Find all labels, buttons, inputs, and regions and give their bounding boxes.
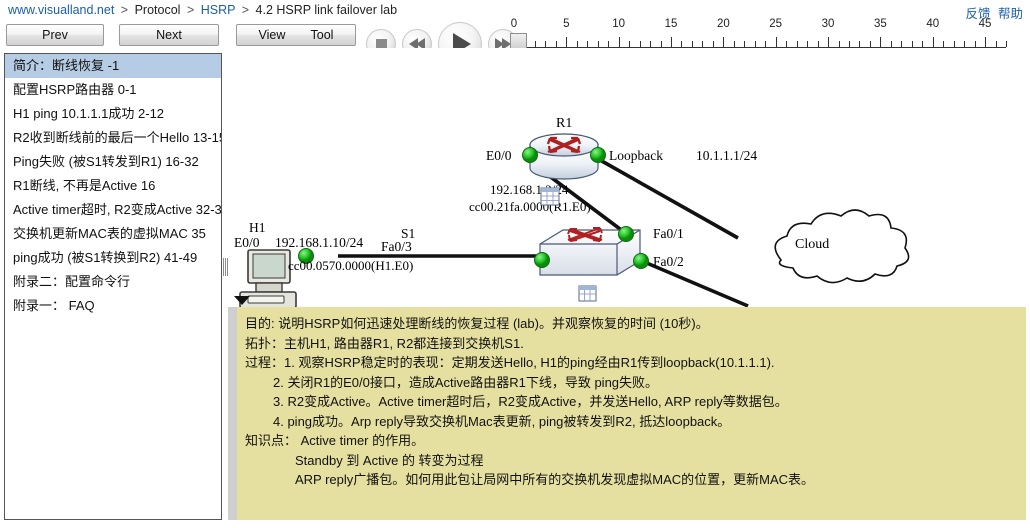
- description-line-3: 2. 关闭R1的E0/0接口，造成Active路由器R1下线，导致 ping失败…: [273, 374, 659, 390]
- r1-mac-label: cc00.21fa.0000(R1.E0): [469, 199, 591, 214]
- timeline-tick-47: [1006, 41, 1007, 47]
- description-line-7: Standby 到 Active 的 转变为过程: [295, 452, 484, 468]
- description-caret-icon: [234, 296, 250, 305]
- breadcrumb-site-link[interactable]: www.visualland.net: [8, 3, 114, 17]
- s1-port-fa01-label: Fa0/1: [653, 226, 684, 241]
- timeline-label-35: 35: [873, 18, 887, 30]
- sidebar-item-7[interactable]: 交换机更新MAC表的虚拟MAC 35: [5, 222, 221, 246]
- timeline-tick-30: [828, 37, 830, 47]
- tool-button[interactable]: Tool: [311, 28, 334, 42]
- timeline-tick-40: [932, 37, 934, 47]
- switch-s1-node[interactable]: [534, 226, 649, 276]
- sidebar-item-10[interactable]: 附录一： FAQ: [5, 294, 221, 318]
- timeline-label-10: 10: [612, 18, 626, 30]
- sidebar-item-0[interactable]: 简介：断线恢复 -1: [5, 54, 221, 78]
- sidebar-item-2[interactable]: H1 ping 10.1.1.1成功 2-12: [5, 102, 221, 126]
- s1-table-icon: [578, 285, 597, 302]
- s1-port-fa02-label: Fa0/2: [653, 254, 684, 269]
- timeline-label-0: 0: [510, 18, 518, 30]
- prev-button[interactable]: Prev: [6, 24, 104, 46]
- description-line-5: 4. ping成功。Arp reply导致交换机Mac表更新, ping被转发到…: [273, 413, 731, 429]
- timeline-ticks: [514, 37, 1007, 47]
- sidebar-item-8[interactable]: ping成功 (被S1转换到R2) 41-49: [5, 246, 221, 270]
- s1-port-fa0-2: [633, 253, 649, 269]
- chapter-sidebar: 简介：断线恢复 -1 配置HSRP路由器 0-1 H1 ping 10.1.1.1成…: [4, 53, 222, 520]
- breadcrumb-separator-2: >: [186, 3, 195, 17]
- h1-ip-label: 192.168.1.10/24: [275, 235, 363, 250]
- timeline-tick-45: [985, 37, 987, 47]
- sidebar-item-3[interactable]: R2收到断线前的最后一个Hello 13-15: [5, 126, 221, 150]
- r1-table-icon: [540, 187, 560, 206]
- r1-iface-right-label: Loopback: [609, 148, 663, 163]
- router-r1-node[interactable]: [522, 133, 606, 180]
- s1-port-fa0-3: [534, 252, 550, 268]
- timeline-label-25: 25: [769, 18, 783, 30]
- breadcrumb-separator-3: >: [241, 3, 250, 17]
- network-topology-diagram: R1 E0/0 Loopback 10.1.1.1/24 192.168.1.2…: [234, 116, 910, 309]
- h1-iface-label: E0/0: [234, 235, 260, 250]
- breadcrumb-hsrp-link[interactable]: HSRP: [201, 3, 236, 17]
- s1-port-fa03-label: Fa0/3: [381, 239, 412, 254]
- r1-port-e0-0: [522, 147, 538, 163]
- timeline-label-20: 20: [716, 18, 730, 30]
- description-line-6: 知识点： Active timer 的作用。: [245, 433, 425, 448]
- next-button[interactable]: Next: [119, 24, 219, 46]
- timeline-label-15: 15: [664, 18, 678, 30]
- timeline-tick-15: [671, 37, 673, 47]
- router-r1-label: R1: [556, 116, 572, 131]
- timeline-label-40: 40: [926, 18, 940, 30]
- breadcrumb-current-page: 4.2 HSRP link failover lab: [255, 3, 398, 17]
- description-panel-wrapper: 目的: 说明HSRP如何迅速处理断线的恢复过程 (lab)。并观察恢复的时间 (…: [228, 296, 1026, 520]
- sidebar-item-9[interactable]: 附录二：配置命令行: [5, 270, 221, 294]
- sidebar-item-1[interactable]: 配置HSRP路由器 0-1: [5, 78, 221, 102]
- timeline-tick-25: [775, 37, 777, 47]
- r1-loopback-ip-label: 10.1.1.1/24: [696, 148, 757, 163]
- description-line-4: 3. R2变成Active。Active timer超时后，R2变成Active…: [273, 394, 788, 409]
- description-resize-grip[interactable]: [228, 307, 237, 520]
- breadcrumb: www.visualland.net > Protocol > HSRP > 4…: [8, 3, 397, 17]
- h1-mac-label: cc00.0570.0000(H1.E0): [288, 258, 413, 273]
- application-window: www.visualland.net > Protocol > HSRP > 4…: [0, 0, 1030, 528]
- host-h1-label: H1: [249, 220, 266, 235]
- description-line-8: ARP reply广播包。如何用此包让局网中所有的交换机发现虚拟MAC的位置，更…: [295, 472, 815, 487]
- chapter-list: 简介：断线恢复 -1 配置HSRP路由器 0-1 H1 ping 10.1.1.1成…: [5, 54, 221, 318]
- view-button[interactable]: View: [259, 28, 286, 42]
- s1-port-fa0-1: [618, 226, 634, 242]
- timeline-label-30: 30: [821, 18, 835, 30]
- breadcrumb-protocol-link[interactable]: Protocol: [135, 3, 181, 17]
- description-panel: 目的: 说明HSRP如何迅速处理断线的恢复过程 (lab)。并观察恢复的时间 (…: [237, 307, 1026, 520]
- timeline-tick-10: [618, 37, 620, 47]
- timeline-label-45: 45: [978, 18, 992, 30]
- timeline-tick-20: [723, 37, 725, 47]
- breadcrumb-separator-1: >: [120, 3, 129, 17]
- r1-iface-left-label: E0/0: [486, 148, 512, 163]
- timeline-label-5: 5: [563, 18, 570, 30]
- timeline-labels: 0 5 10 15 20 25 30 35 40 45: [510, 18, 1014, 34]
- cloud-label: Cloud: [795, 237, 829, 252]
- description-line-2: 过程：1. 观察HSRP稳定时的表现：定期发送Hello, H1的ping经由R…: [245, 355, 775, 370]
- sidebar-item-6[interactable]: Active timer超时, R2变成Active 32-35: [5, 198, 221, 222]
- r1-port-loopback: [590, 147, 606, 163]
- description-line-0: 目的: 说明HSRP如何迅速处理断线的恢复过程 (lab)。并观察恢复的时间 (…: [245, 316, 709, 331]
- view-tool-button-group[interactable]: View Tool: [236, 24, 356, 46]
- sidebar-item-4[interactable]: Ping失败 (被S1转发到R1) 16-32: [5, 150, 221, 174]
- sidebar-item-5[interactable]: R1断线, 不再是Active 16: [5, 174, 221, 198]
- timeline-tick-5: [566, 37, 568, 47]
- timeline-tick-35: [880, 37, 882, 47]
- description-line-1: 拓扑：主机H1, 路由器R1, R2都连接到交换机S1.: [245, 335, 524, 351]
